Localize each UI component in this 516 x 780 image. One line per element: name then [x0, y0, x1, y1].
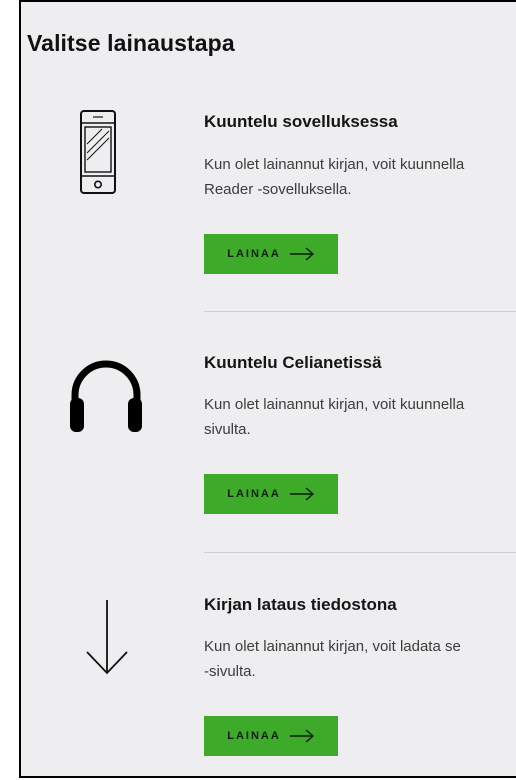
loan-button-celianet[interactable]: LAINAA [204, 474, 338, 514]
arrow-right-icon [289, 729, 315, 743]
option-description: Kun olet lainannut kirjan, voit ladata s… [204, 638, 461, 680]
arrow-right-icon [289, 247, 315, 261]
smartphone-icon [80, 110, 116, 199]
loan-button-app[interactable]: LAINAA [204, 234, 338, 274]
loan-button-label: LAINAA [227, 730, 281, 742]
divider [204, 552, 516, 553]
option-title: Kuuntelu Celianetissä [204, 353, 382, 372]
arrow-down-icon [85, 599, 129, 680]
loan-method-panel: Valitse lainaustapa Kuuntelu sovellukses… [19, 0, 516, 778]
loan-button-label: LAINAA [227, 248, 281, 260]
option-title: Kirjan lataus tiedostona [204, 595, 397, 614]
page-title: Valitse lainaustapa [27, 30, 235, 56]
headphones-icon [69, 357, 143, 438]
loan-button-label: LAINAA [227, 488, 281, 500]
option-description: Kun olet lainannut kirjan, voit kuunnell… [204, 396, 465, 438]
loan-button-download[interactable]: LAINAA [204, 716, 338, 756]
divider [204, 311, 516, 312]
option-title: Kuuntelu sovelluksessa [204, 112, 398, 131]
arrow-right-icon [289, 487, 315, 501]
option-description: Kun olet lainannut kirjan, voit kuunnell… [204, 156, 465, 198]
